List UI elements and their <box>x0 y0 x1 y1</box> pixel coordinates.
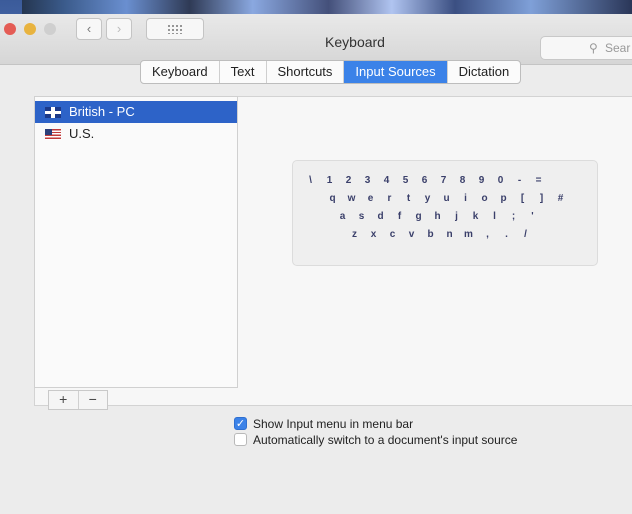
keyboard-row: \ 1 2 3 4 5 6 7 8 9 0 - = <box>301 175 548 186</box>
keyboard-key: ] <box>539 193 544 204</box>
zoom-window-button[interactable] <box>44 23 56 35</box>
window-title: Keyboard <box>325 34 385 50</box>
keyboard-key: v <box>408 229 415 240</box>
show-input-menu-checkbox[interactable]: ✓ <box>234 417 247 430</box>
keyboard-key: ; <box>511 211 516 222</box>
keyboard-key: r <box>387 193 392 204</box>
keyboard-key: [ <box>520 193 525 204</box>
input-source-label: British - PC <box>69 104 135 119</box>
tab-dictation[interactable]: Dictation <box>448 61 521 83</box>
keyboard-key: k <box>472 211 479 222</box>
keyboard-row: a s d f g h j k l; ' <box>333 211 542 222</box>
keyboard-key: q <box>329 193 336 204</box>
search-field[interactable]: ⚲ Sear <box>540 36 632 60</box>
forward-button[interactable]: › <box>106 18 132 40</box>
keyboard-key: i <box>464 193 467 204</box>
show-all-button[interactable] <box>146 18 204 40</box>
keyboard-key: a <box>339 211 346 222</box>
close-window-button[interactable] <box>4 23 16 35</box>
input-source-label: U.S. <box>69 126 95 141</box>
keyboard-key: e <box>367 193 374 204</box>
auto-switch-label: Automatically switch to a document's inp… <box>253 433 518 447</box>
tab-keyboard[interactable]: Keyboard <box>141 61 220 83</box>
keyboard-key: 4 <box>383 175 390 186</box>
minimize-window-button[interactable] <box>24 23 36 35</box>
keyboard-row: z x c v b n m,. / <box>345 229 535 240</box>
keyboard-key: f <box>397 211 402 222</box>
keyboard-key: m <box>464 229 473 240</box>
search-placeholder: Sear <box>605 41 631 55</box>
keyboard-key: p <box>500 193 507 204</box>
keyboard-key: b <box>427 229 434 240</box>
tab-input-sources[interactable]: Input Sources <box>344 61 448 83</box>
list-buttons: + − <box>48 390 108 410</box>
keyboard-key: 0 <box>497 175 504 186</box>
keyboard-key: t <box>406 193 411 204</box>
keyboard-key: ' <box>531 211 534 222</box>
title-bar: ‹ › Keyboard ⚲ Sear <box>0 14 632 65</box>
keyboard-key: \ <box>309 175 312 186</box>
keyboard-key: g <box>415 211 422 222</box>
input-source-item[interactable]: U.S. <box>35 123 237 145</box>
back-button[interactable]: ‹ <box>76 18 102 40</box>
keyboard-key: / <box>524 229 527 240</box>
keyboard-row: q w e r t y u i o p [] # <box>323 193 570 204</box>
keyboard-key: 2 <box>345 175 352 186</box>
keyboard-key: o <box>481 193 488 204</box>
keyboard-key: u <box>443 193 450 204</box>
keyboard-key: d <box>377 211 384 222</box>
input-source-item[interactable]: British - PC <box>35 101 237 123</box>
keyboard-key: 5 <box>402 175 409 186</box>
keyboard-key: y <box>424 193 431 204</box>
keyboard-key: j <box>455 211 458 222</box>
keyboard-key: # <box>557 193 564 204</box>
keyboard-key: . <box>505 229 508 240</box>
keyboard-key: 3 <box>364 175 371 186</box>
keyboard-key: 7 <box>440 175 447 186</box>
keyboard-key: 9 <box>478 175 485 186</box>
keyboard-key: n <box>446 229 453 240</box>
us-flag-icon <box>45 129 61 140</box>
tab-bar: Keyboard Text Shortcuts Input Sources Dictat… <box>140 60 522 84</box>
keyboard-key: = <box>535 175 542 186</box>
keyboard-key: l <box>493 211 496 222</box>
keyboard-key: 8 <box>459 175 466 186</box>
keyboard-key: x <box>370 229 377 240</box>
add-source-button[interactable]: + <box>49 391 79 409</box>
keyboard-key: s <box>358 211 365 222</box>
tab-text[interactable]: Text <box>220 61 267 83</box>
grid-icon <box>167 24 183 34</box>
input-sources-list[interactable]: British - PC U.S. <box>34 96 238 388</box>
keyboard-key: z <box>352 229 357 240</box>
keyboard-key: w <box>347 193 356 204</box>
uk-flag-icon <box>45 107 61 118</box>
keyboard-layout-preview: \ 1 2 3 4 5 6 7 8 9 0 - = q w e r t y u i o p [] # a s d f g h j k l; ' z x c… <box>292 160 598 266</box>
keyboard-key: 6 <box>421 175 428 186</box>
keyboard-key: 1 <box>326 175 333 186</box>
search-icon: ⚲ <box>589 41 598 55</box>
keyboard-key: , <box>486 229 489 240</box>
keyboard-key: h <box>434 211 441 222</box>
keyboard-key: c <box>389 229 396 240</box>
auto-switch-checkbox[interactable] <box>234 433 247 446</box>
keyboard-key: - <box>517 175 522 186</box>
tab-shortcuts[interactable]: Shortcuts <box>267 61 345 83</box>
remove-source-button[interactable]: − <box>79 391 108 409</box>
show-input-menu-label: Show Input menu in menu bar <box>253 417 414 431</box>
